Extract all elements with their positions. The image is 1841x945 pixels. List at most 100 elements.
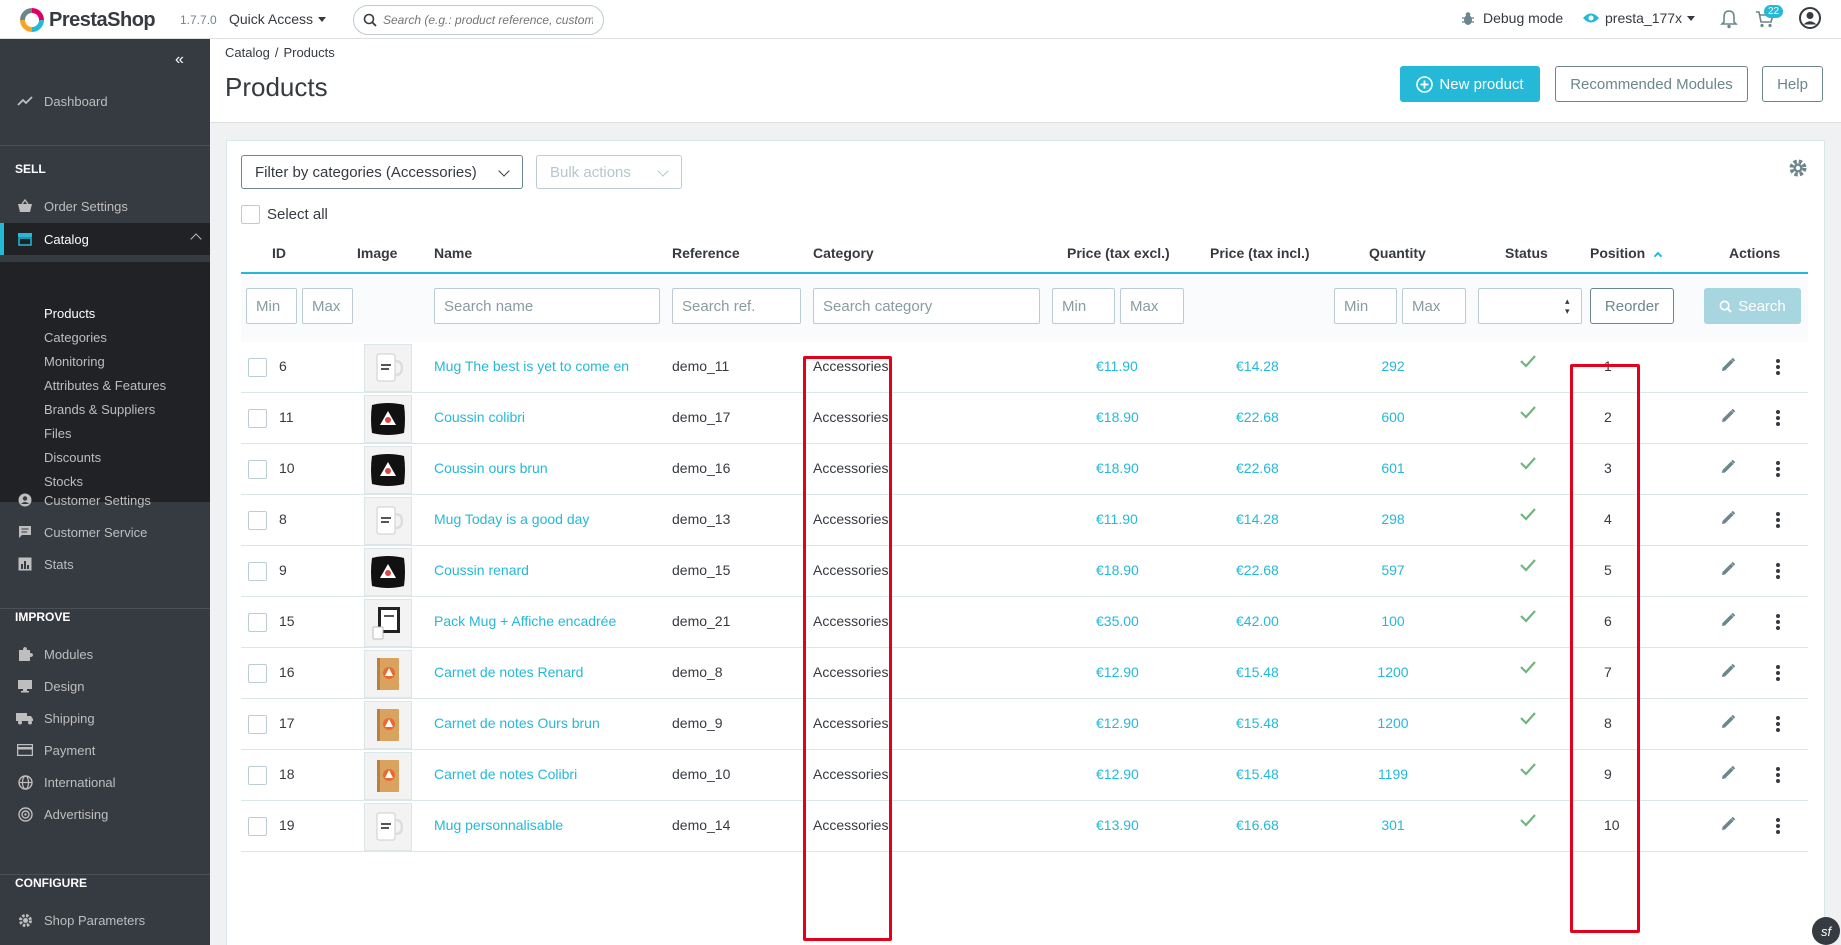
product-price-excl[interactable]: €18.90 bbox=[1096, 409, 1139, 425]
row-checkbox[interactable] bbox=[248, 766, 267, 785]
column-header-status[interactable]: Status bbox=[1505, 245, 1548, 261]
debug-mode[interactable]: Debug mode bbox=[1461, 10, 1563, 26]
submenu-item-monitoring[interactable]: Monitoring bbox=[44, 354, 105, 369]
row-checkbox[interactable] bbox=[248, 817, 267, 836]
global-search[interactable] bbox=[353, 5, 604, 35]
id-max-input[interactable] bbox=[302, 288, 353, 324]
product-quantity[interactable]: 1200 bbox=[1369, 664, 1417, 680]
product-quantity[interactable]: 601 bbox=[1369, 460, 1417, 476]
sidebar-item-design[interactable]: Design bbox=[0, 670, 210, 702]
more-actions-icon[interactable] bbox=[1775, 562, 1781, 585]
product-name-link[interactable]: Mug personnalisable bbox=[434, 817, 563, 833]
edit-pencil-icon[interactable] bbox=[1720, 459, 1736, 480]
quantity-min-input[interactable] bbox=[1334, 288, 1397, 324]
column-header-id[interactable]: ID bbox=[272, 245, 286, 261]
status-enabled-icon[interactable] bbox=[1519, 558, 1537, 577]
sidebar-item-shipping[interactable]: Shipping bbox=[0, 702, 210, 734]
edit-pencil-icon[interactable] bbox=[1720, 765, 1736, 786]
sidebar-item-payment[interactable]: Payment bbox=[0, 734, 210, 766]
product-price-excl[interactable]: €11.90 bbox=[1096, 358, 1138, 374]
product-name-link[interactable]: Coussin renard bbox=[434, 562, 529, 578]
status-enabled-icon[interactable] bbox=[1519, 354, 1537, 373]
edit-pencil-icon[interactable] bbox=[1720, 408, 1736, 429]
help-button[interactable]: Help bbox=[1762, 66, 1823, 102]
column-header-price-excl[interactable]: Price (tax excl.) bbox=[1067, 245, 1170, 261]
more-actions-icon[interactable] bbox=[1775, 460, 1781, 483]
sidebar-item-customer-settings[interactable]: Customer Settings bbox=[0, 484, 210, 516]
sidebar-item-customer-service[interactable]: Customer Service bbox=[0, 516, 210, 548]
search-category-input[interactable] bbox=[813, 288, 1040, 324]
product-quantity[interactable]: 597 bbox=[1369, 562, 1417, 578]
more-actions-icon[interactable] bbox=[1775, 766, 1781, 789]
sidebar-item-modules[interactable]: Modules bbox=[0, 638, 210, 670]
product-name-link[interactable]: Coussin ours brun bbox=[434, 460, 548, 476]
more-actions-icon[interactable] bbox=[1775, 409, 1781, 432]
product-name-link[interactable]: Coussin colibri bbox=[434, 409, 525, 425]
id-min-input[interactable] bbox=[246, 288, 297, 324]
more-actions-icon[interactable] bbox=[1775, 358, 1781, 381]
submenu-item-discounts[interactable]: Discounts bbox=[44, 450, 101, 465]
sidebar-item-shop-parameters[interactable]: Shop Parameters bbox=[0, 904, 210, 936]
row-checkbox[interactable] bbox=[248, 613, 267, 632]
edit-pencil-icon[interactable] bbox=[1720, 663, 1736, 684]
filter-by-categories-dropdown[interactable]: Filter by categories (Accessories) bbox=[241, 155, 523, 189]
quick-access-menu[interactable]: Quick Access bbox=[229, 11, 327, 27]
more-actions-icon[interactable] bbox=[1775, 715, 1781, 738]
column-header-category[interactable]: Category bbox=[813, 245, 874, 261]
price-max-input[interactable] bbox=[1120, 288, 1184, 324]
product-name-link[interactable]: Mug The best is yet to come en bbox=[434, 358, 629, 374]
edit-pencil-icon[interactable] bbox=[1720, 357, 1736, 378]
product-quantity[interactable]: 301 bbox=[1369, 817, 1417, 833]
select-all-checkbox[interactable] bbox=[241, 205, 260, 224]
price-min-input[interactable] bbox=[1052, 288, 1115, 324]
notifications-button[interactable] bbox=[1720, 9, 1738, 34]
more-actions-icon[interactable] bbox=[1775, 613, 1781, 636]
sidebar-item-catalog[interactable]: Catalog bbox=[0, 223, 210, 255]
breadcrumb-catalog[interactable]: Catalog bbox=[225, 45, 270, 60]
submenu-item-products[interactable]: Products bbox=[44, 306, 95, 321]
submenu-item-attributes[interactable]: Attributes & Features bbox=[44, 378, 166, 393]
product-price-excl[interactable]: €35.00 bbox=[1096, 613, 1139, 629]
account-button[interactable] bbox=[1799, 7, 1821, 34]
product-quantity[interactable]: 1199 bbox=[1369, 766, 1417, 782]
submenu-item-files[interactable]: Files bbox=[44, 426, 71, 441]
symfony-toolbar-icon[interactable]: sf bbox=[1812, 917, 1840, 945]
status-enabled-icon[interactable] bbox=[1519, 609, 1537, 628]
more-actions-icon[interactable] bbox=[1775, 817, 1781, 840]
row-checkbox[interactable] bbox=[248, 715, 267, 734]
sidebar-item-stats[interactable]: Stats bbox=[0, 548, 210, 580]
status-enabled-icon[interactable] bbox=[1519, 711, 1537, 730]
collapse-sidebar-icon[interactable]: « bbox=[175, 51, 184, 69]
status-enabled-icon[interactable] bbox=[1519, 660, 1537, 679]
status-enabled-icon[interactable] bbox=[1519, 762, 1537, 781]
submenu-item-brands[interactable]: Brands & Suppliers bbox=[44, 402, 155, 417]
new-product-button[interactable]: New product bbox=[1400, 66, 1540, 102]
status-enabled-icon[interactable] bbox=[1519, 405, 1537, 424]
breadcrumb-products[interactable]: Products bbox=[283, 45, 334, 60]
reorder-button[interactable]: Reorder bbox=[1590, 288, 1674, 324]
column-header-position[interactable]: Position bbox=[1590, 245, 1663, 261]
select-all[interactable]: Select all bbox=[241, 205, 328, 224]
column-header-quantity[interactable]: Quantity bbox=[1369, 245, 1426, 261]
product-name-link[interactable]: Carnet de notes Ours brun bbox=[434, 715, 600, 731]
product-quantity[interactable]: 298 bbox=[1369, 511, 1417, 527]
submenu-item-categories[interactable]: Categories bbox=[44, 330, 107, 345]
sidebar-item-dashboard[interactable]: Dashboard bbox=[0, 85, 210, 117]
more-actions-icon[interactable] bbox=[1775, 511, 1781, 534]
quantity-max-input[interactable] bbox=[1402, 288, 1466, 324]
edit-pencil-icon[interactable] bbox=[1720, 816, 1736, 837]
product-price-excl[interactable]: €12.90 bbox=[1096, 664, 1139, 680]
sidebar-item-international[interactable]: International bbox=[0, 766, 210, 798]
product-price-excl[interactable]: €12.90 bbox=[1096, 766, 1139, 782]
search-filter-button[interactable]: Search bbox=[1704, 288, 1801, 324]
product-name-link[interactable]: Pack Mug + Affiche encadrée bbox=[434, 613, 616, 629]
row-checkbox[interactable] bbox=[248, 511, 267, 530]
product-quantity[interactable]: 600 bbox=[1369, 409, 1417, 425]
product-name-link[interactable]: Carnet de notes Renard bbox=[434, 664, 583, 680]
product-price-excl[interactable]: €12.90 bbox=[1096, 715, 1139, 731]
column-header-reference[interactable]: Reference bbox=[672, 245, 740, 261]
product-price-excl[interactable]: €18.90 bbox=[1096, 460, 1139, 476]
status-filter-select[interactable] bbox=[1478, 288, 1582, 324]
bulk-actions-dropdown[interactable]: Bulk actions bbox=[536, 155, 682, 189]
shop-view-menu[interactable]: presta_177x bbox=[1582, 10, 1696, 26]
